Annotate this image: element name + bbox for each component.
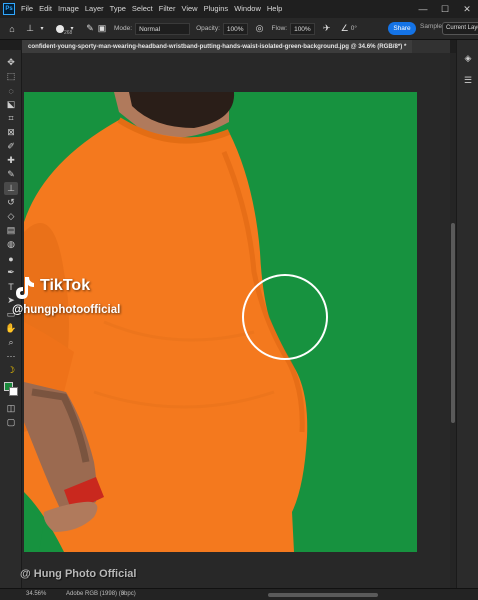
close-icon[interactable]: ✕	[456, 0, 478, 18]
photoshop-logo[interactable]: Ps	[0, 0, 18, 18]
menu-window[interactable]: Window	[231, 0, 264, 18]
photo-subject-illustration	[24, 92, 417, 552]
vertical-scroll-thumb[interactable]	[451, 223, 455, 423]
ps-logo-text: Ps	[3, 3, 15, 15]
mode-select[interactable]: Normal	[135, 22, 191, 35]
tiktok-logo-icon	[16, 277, 34, 299]
background-color-swatch[interactable]	[9, 387, 18, 396]
clone-stamp-preset-icon[interactable]: ⊥	[24, 23, 36, 35]
pressure-opacity-icon[interactable]: ◎	[254, 23, 266, 35]
tiktok-wordmark: TikTok	[40, 277, 91, 294]
eraser-tool-icon[interactable]: ◇	[4, 210, 18, 223]
tool-preset-group: ⊥ ▾	[24, 23, 48, 35]
menu-select[interactable]: Select	[129, 0, 156, 18]
eyedropper-tool-icon[interactable]: ✐	[4, 140, 18, 153]
document-tab[interactable]: confident-young-sporty-man-wearing-headb…	[22, 40, 413, 53]
mode-label: Mode:	[114, 25, 133, 32]
menu-type[interactable]: Type	[107, 0, 129, 18]
screen-mode-icon[interactable]: ▢	[4, 416, 18, 429]
chevron-right-icon[interactable]: ›	[122, 590, 124, 597]
opacity-label: Opacity:	[196, 25, 220, 32]
frame-tool-icon[interactable]: ⊠	[4, 126, 18, 139]
sample-label: Sample:	[420, 23, 444, 30]
sample-select[interactable]: Current Laye	[442, 22, 478, 35]
zoom-level[interactable]: 34.56%	[26, 591, 46, 597]
document-canvas[interactable]	[24, 92, 417, 552]
healing-tool-icon[interactable]: ✚	[4, 154, 18, 167]
menu-edit[interactable]: Edit	[36, 0, 55, 18]
brush-tool-icon[interactable]: ✎	[4, 168, 18, 181]
menu-help[interactable]: Help	[264, 0, 285, 18]
options-bar: ⌂ ⊥ ▾ ▾ 268 ✎ ▣ Mode: Normal Opacity: 10…	[0, 18, 478, 40]
banana-icon[interactable]: ☽	[4, 364, 18, 377]
right-panel-dock: ◈ ☰	[456, 40, 478, 588]
flow-label: Flow:	[271, 25, 288, 32]
menu-layer[interactable]: Layer	[82, 0, 107, 18]
panel-options-icon[interactable]: ☰	[462, 74, 474, 86]
menu-plugins[interactable]: Plugins	[201, 0, 232, 18]
opacity-input[interactable]: 100%	[222, 22, 248, 35]
maximize-icon[interactable]: ☐	[434, 0, 456, 18]
history-brush-tool-icon[interactable]: ↺	[4, 196, 18, 209]
window-controls: — ☐ ✕	[412, 0, 478, 18]
horizontal-scroll-thumb[interactable]	[268, 593, 378, 597]
clone-brush-cursor	[242, 274, 328, 360]
menu-items: File Edit Image Layer Type Select Filter…	[18, 0, 285, 18]
vertical-scrollbar[interactable]	[450, 53, 456, 588]
angle-value[interactable]: 0°	[351, 25, 357, 32]
hand-tool-icon[interactable]: ✋	[4, 322, 18, 335]
quick-mask-icon[interactable]: ◫	[4, 402, 18, 415]
share-button[interactable]: Share	[388, 22, 416, 35]
dodge-tool-icon[interactable]: ●	[4, 252, 18, 265]
angle-group: ∠ 0°	[339, 23, 357, 35]
object-select-tool-icon[interactable]: ⬕	[4, 98, 18, 111]
flow-input[interactable]: 100%	[290, 22, 315, 35]
home-icon[interactable]: ⌂	[6, 23, 18, 35]
menu-bar: Ps File Edit Image Layer Type Select Fil…	[0, 0, 478, 18]
tiktok-handle: @hungphotoofficial	[12, 304, 121, 316]
edit-toolbar-icon[interactable]: ⋯	[4, 350, 18, 363]
airbrush-icon[interactable]: ✈	[321, 23, 333, 35]
menu-filter[interactable]: Filter	[156, 0, 179, 18]
clone-source-icon[interactable]: ▣	[96, 23, 108, 35]
move-tool-icon[interactable]: ✥	[4, 56, 18, 69]
menu-image[interactable]: Image	[55, 0, 82, 18]
menu-view[interactable]: View	[178, 0, 200, 18]
chevron-down-icon[interactable]: ▾	[36, 23, 48, 35]
angle-icon[interactable]: ∠	[339, 23, 351, 35]
gradient-tool-icon[interactable]: ▤	[4, 224, 18, 237]
mode-group: Mode: Normal	[114, 22, 191, 35]
marquee-tool-icon[interactable]: ⬚	[4, 70, 18, 83]
status-bar: 34.56% Adobe RGB (1998) (8bpc) ›	[0, 588, 478, 600]
tools-panel: ✥ ⬚ ◌ ⬕ ⌗ ⊠ ✐ ✚ ✎ ⊥ ↺ ◇ ▤ ◍ ● ✒ T ➤ ▭ ✋ …	[0, 50, 22, 588]
panel-toggle-group: ✎ ▣	[84, 23, 108, 35]
layers-panel-icon[interactable]: ◈	[462, 52, 474, 64]
pressure-group: ◎	[254, 23, 266, 35]
brush-settings-icon[interactable]: ✎	[84, 23, 96, 35]
flow-group: Flow: 100%	[271, 22, 315, 35]
zoom-tool-icon[interactable]: ⌕	[4, 336, 18, 349]
credit-watermark: @ Hung Photo Official	[20, 568, 137, 580]
minimize-icon[interactable]: —	[412, 0, 434, 18]
color-profile: Adobe RGB (1998) (8bpc)	[66, 591, 136, 597]
document-tab-bar: confident-young-sporty-man-wearing-headb…	[22, 40, 450, 53]
brush-size-value: 268	[64, 30, 73, 36]
home-group: ⌂	[6, 23, 18, 35]
menu-file[interactable]: File	[18, 0, 36, 18]
airbrush-group: ✈	[321, 23, 333, 35]
blur-tool-icon[interactable]: ◍	[4, 238, 18, 251]
opacity-group: Opacity: 100%	[196, 22, 248, 35]
clone-stamp-tool-icon[interactable]: ⊥	[4, 182, 18, 195]
crop-tool-icon[interactable]: ⌗	[4, 112, 18, 125]
lasso-tool-icon[interactable]: ◌	[4, 84, 18, 97]
